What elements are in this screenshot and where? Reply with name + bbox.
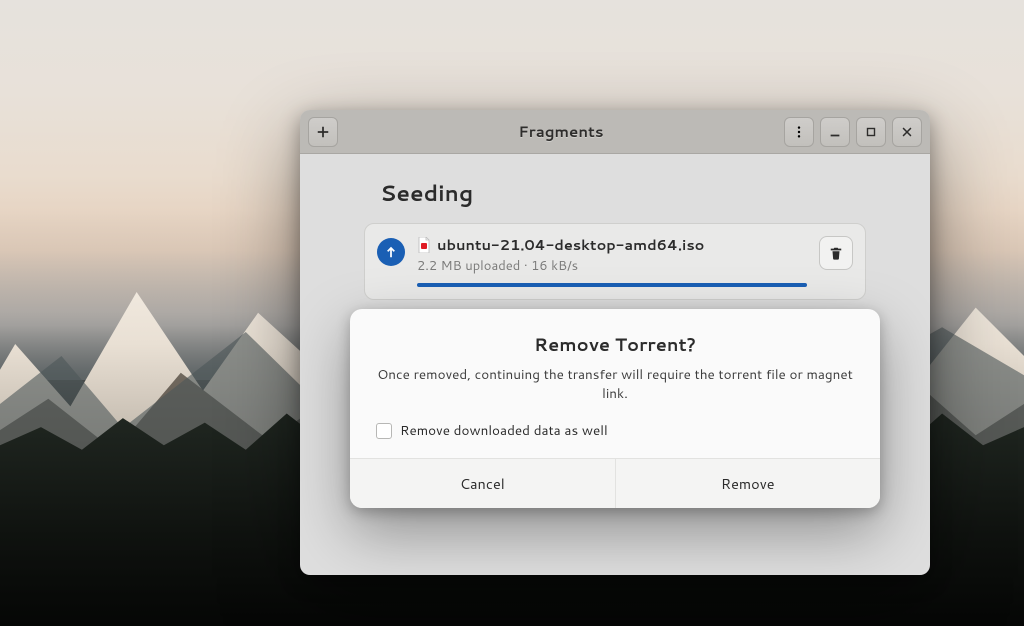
window-title: Fragments [346,121,776,142]
dialog-message: Once removed, continuing the transfer wi… [376,365,854,403]
cancel-button[interactable]: Cancel [350,459,615,508]
close-button[interactable] [892,117,922,147]
minimize-button[interactable] [820,117,850,147]
remove-data-checkbox-label: Remove downloaded data as well [400,421,608,440]
torrent-file-icon [417,237,431,253]
titlebar[interactable]: Fragments [300,110,930,154]
seed-badge [377,238,405,266]
torrent-name: ubuntu-21.04-desktop-amd64.iso [437,234,704,255]
torrent-info: ubuntu-21.04-desktop-amd64.iso 2.2 MB up… [417,234,807,287]
close-icon [900,125,914,139]
dialog-title: Remove Torrent? [376,331,854,357]
app-window: Fragments Seeding [300,110,930,575]
remove-data-checkbox-row[interactable]: Remove downloaded data as well [376,421,854,440]
dialog-button-row: Cancel Remove [350,458,880,508]
plus-icon [316,125,330,139]
minimize-icon [828,125,842,139]
remove-data-checkbox[interactable] [376,423,392,439]
window-content: Seeding ubuntu-21.04-desktop-amd64.iso 2… [300,154,930,575]
maximize-icon [864,125,878,139]
remove-button[interactable]: Remove [615,459,881,508]
kebab-icon [792,125,806,139]
torrent-status: 2.2 MB uploaded · 16 kB/s [417,257,807,275]
menu-button[interactable] [784,117,814,147]
upload-arrow-icon [384,245,398,259]
section-title: Seeding [380,178,906,209]
remove-torrent-dialog: Remove Torrent? Once removed, continuing… [350,309,880,508]
maximize-button[interactable] [856,117,886,147]
torrent-row[interactable]: ubuntu-21.04-desktop-amd64.iso 2.2 MB up… [364,223,866,300]
torrent-progress [417,283,807,287]
trash-icon [829,246,843,260]
add-button[interactable] [308,117,338,147]
delete-torrent-button[interactable] [819,236,853,270]
